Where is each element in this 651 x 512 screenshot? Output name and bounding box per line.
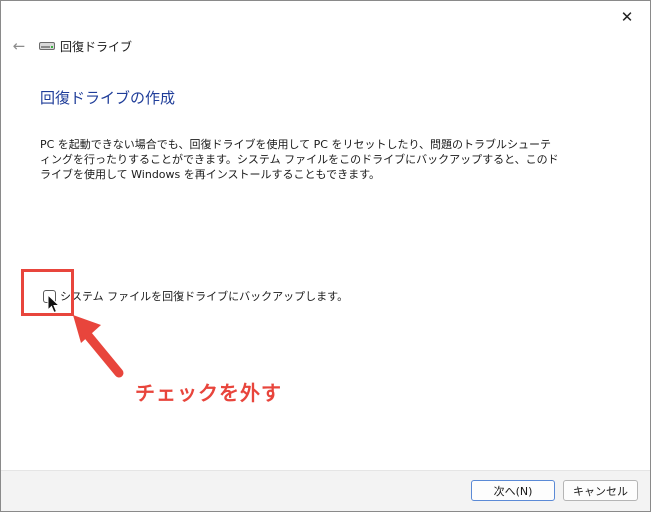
cancel-button[interactable]: キャンセル: [563, 480, 638, 501]
title-row: ← 回復ドライブ: [9, 37, 132, 55]
back-button[interactable]: ←: [9, 37, 29, 55]
back-arrow-icon: ←: [12, 37, 26, 55]
close-icon: ✕: [620, 8, 634, 26]
window-title: 回復ドライブ: [60, 39, 133, 54]
description-text: PC を起動できない場合でも、回復ドライブを使用して PC をリセットしたり、問…: [40, 138, 559, 181]
annotation-arrow-icon: [73, 315, 124, 378]
backup-system-files-option[interactable]: システム ファイルを回復ドライブにバックアップします。: [43, 288, 348, 304]
close-button[interactable]: ✕: [604, 1, 650, 33]
recovery-drive-window: ✕ ← 回復ドライブ 回復ドライブの作成 PC を起動できない場合でも、回復ドラ…: [0, 0, 651, 512]
footer-bar: 次へ(N) キャンセル: [1, 470, 650, 511]
drive-icon: [39, 37, 55, 55]
next-button[interactable]: 次へ(N): [471, 480, 555, 501]
mouse-cursor-icon: [47, 294, 61, 314]
backup-system-files-label[interactable]: システム ファイルを回復ドライブにバックアップします。: [60, 288, 348, 304]
page-heading: 回復ドライブの作成: [40, 89, 176, 107]
annotation-label: チェックを外す: [135, 381, 282, 405]
